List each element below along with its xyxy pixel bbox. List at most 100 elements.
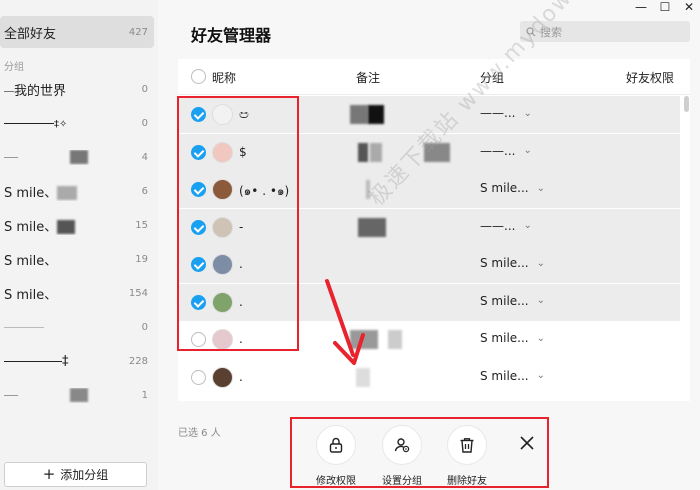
group-item[interactable]: S mile、 6 [0,174,154,208]
avatar [212,216,233,238]
delete-friend-button[interactable]: 删除好友 [437,425,497,487]
maximize-button[interactable]: ☐ [654,0,676,14]
group-count: 15 [135,219,148,231]
group-label: S mile、 [4,253,58,269]
avatar [212,329,233,350]
chevron-down-icon: ⌄ [536,370,546,381]
group-label: ‡ [4,354,129,369]
group-count: 4 [141,151,148,163]
avatar [212,104,233,125]
nickname: . [239,369,243,384]
close-window-button[interactable]: ✕ [678,0,700,14]
group-item[interactable]: ‡✧ 0 [0,106,154,140]
table-row[interactable]: (๑• . •๑) S mile... ⌄ [178,171,680,208]
group-label: S mile、 [4,182,142,201]
row-checkbox[interactable] [191,107,206,122]
nickname: ඏ [239,107,249,121]
selected-count: 已选 6 人 [178,428,221,439]
add-group-label: 添加分组 [60,468,109,482]
group-count: 427 [128,26,148,38]
main-panel: — ☐ ✕ 好友管理器 搜索 昵称 备注 分组 好友权限 ඏ ——... ⌄ $ ——.… [158,0,700,490]
group-label [4,388,142,403]
group-item[interactable]: S mile、 154 [0,276,154,310]
search-input[interactable]: 搜索 [520,21,690,42]
close-icon[interactable] [518,434,536,452]
group-item[interactable]: 我的世界 0 [0,72,154,106]
table-row[interactable]: $ ——... ⌄ [178,133,680,171]
group-item[interactable]: 0 [0,310,154,344]
column-remark: 备注 [356,71,381,85]
group-label: ‡✧ [4,116,142,131]
group-dropdown[interactable]: S mile... ⌄ [480,331,545,345]
group-item[interactable]: S mile、 19 [0,242,154,276]
trash-icon [447,425,487,465]
avatar [212,254,233,275]
nickname: . [239,257,243,271]
group-count: 0 [141,321,148,333]
avatar [212,179,233,200]
edit-permission-button[interactable]: 修改权限 [306,425,366,487]
chevron-down-icon: ⌄ [536,182,546,194]
table-row[interactable]: . S mile... ⌄ [178,359,680,396]
chevron-down-icon: ⌄ [523,145,532,156]
table-row[interactable]: - ——... ⌄ [178,208,680,246]
lock-icon [316,425,356,465]
group-label [4,320,142,335]
group-count: 6 [141,185,148,197]
row-checkbox[interactable] [191,257,206,272]
group-count: 154 [128,287,148,299]
scrollbar[interactable] [684,96,689,112]
group-dropdown[interactable]: ——... ⌄ [480,106,532,120]
group-item[interactable]: S mile、 15 [0,208,154,242]
row-checkbox[interactable] [191,144,206,160]
group-value: S mile... [480,368,529,383]
chevron-down-icon: ⌄ [536,295,546,306]
group-item[interactable]: ‡ 228 [0,344,154,378]
nickname: . [239,332,243,346]
nickname: - [239,219,244,234]
row-checkbox[interactable] [191,182,206,197]
select-all-checkbox[interactable] [191,69,206,84]
nickname: (๑• . •๑) [239,184,290,198]
group-value: S mile... [480,181,529,195]
group-value: ——... [480,143,516,158]
row-checkbox[interactable] [191,369,206,385]
table-row[interactable]: ඏ ——... ⌄ [178,96,680,133]
group-count: 19 [135,253,148,265]
table-row[interactable]: . S mile... ⌄ [178,246,680,283]
group-all-friends[interactable]: 全部好友 427 [0,16,154,48]
table-row[interactable]: . S mile... ⌄ [178,283,680,321]
group-value: ——... [480,218,516,233]
group-dropdown[interactable]: S mile... ⌄ [480,181,545,195]
row-checkbox[interactable] [191,294,206,310]
group-label [4,150,142,165]
group-label: S mile、 [4,216,135,235]
row-checkbox[interactable] [191,332,206,347]
group-count: 0 [141,117,148,129]
row-checkbox[interactable] [191,219,206,235]
group-value: S mile... [480,293,529,308]
group-dropdown[interactable]: ——... ⌄ [480,144,532,158]
nickname: . [239,294,243,309]
group-dropdown[interactable]: S mile... ⌄ [480,294,545,308]
group-dropdown[interactable]: ——... ⌄ [480,219,532,233]
edit-permission-label: 修改权限 [316,476,356,487]
group-dropdown[interactable]: S mile... ⌄ [480,369,545,383]
set-group-button[interactable]: 设置分组 [372,425,432,487]
group-item[interactable]: 1 [0,378,154,412]
avatar [212,366,233,388]
group-dropdown[interactable]: S mile... ⌄ [480,256,545,270]
minimize-button[interactable]: — [630,0,652,14]
search-icon [526,26,536,36]
plus-icon: + [42,465,56,483]
group-value: S mile... [480,331,529,345]
nickname: $ [239,144,247,159]
add-group-button[interactable]: + 添加分组 [4,462,147,487]
sidebar: 全部好友 427 分组 我的世界 0 ‡✧ 0 4 S mile、 6 S mi… [0,0,158,490]
group-label: 我的世界 [4,80,142,99]
column-group: 分组 [480,71,505,85]
group-count: 0 [141,83,148,95]
table-row[interactable]: . S mile... ⌄ [178,321,680,358]
group-item[interactable]: 4 [0,140,154,174]
chevron-down-icon: ⌄ [536,332,546,344]
